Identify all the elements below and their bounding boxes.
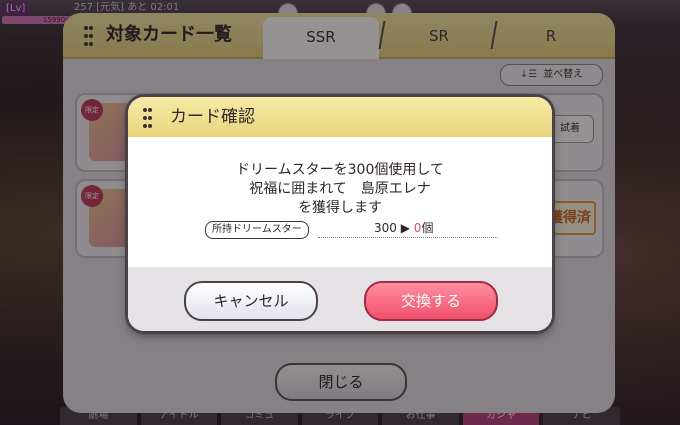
message-line-1: ドリームスターを300個使用して	[236, 162, 444, 178]
dialog-title: カード確認	[170, 107, 255, 127]
message-line-3: を獲得します	[298, 200, 382, 216]
stock-before: 300	[374, 221, 397, 235]
cancel-button[interactable]: キャンセル	[184, 281, 318, 321]
card-confirm-dialog: カード確認 ドリームスターを300個使用して 祝福に囲まれて 島原エレナ を獲得…	[128, 97, 552, 331]
dialog-header: カード確認	[128, 97, 552, 137]
stock-unit: 個	[421, 221, 434, 235]
drag-handle-icon	[143, 108, 152, 128]
stock-divider	[318, 237, 498, 238]
stock-value: 300 ▶ 0個	[374, 220, 433, 236]
arrow-right-icon: ▶	[400, 221, 410, 235]
exchange-button[interactable]: 交換する	[364, 281, 498, 321]
stock-label: 所持ドリームスター	[205, 221, 309, 239]
message-line-2: 祝福に囲まれて 島原エレナ	[249, 181, 431, 197]
